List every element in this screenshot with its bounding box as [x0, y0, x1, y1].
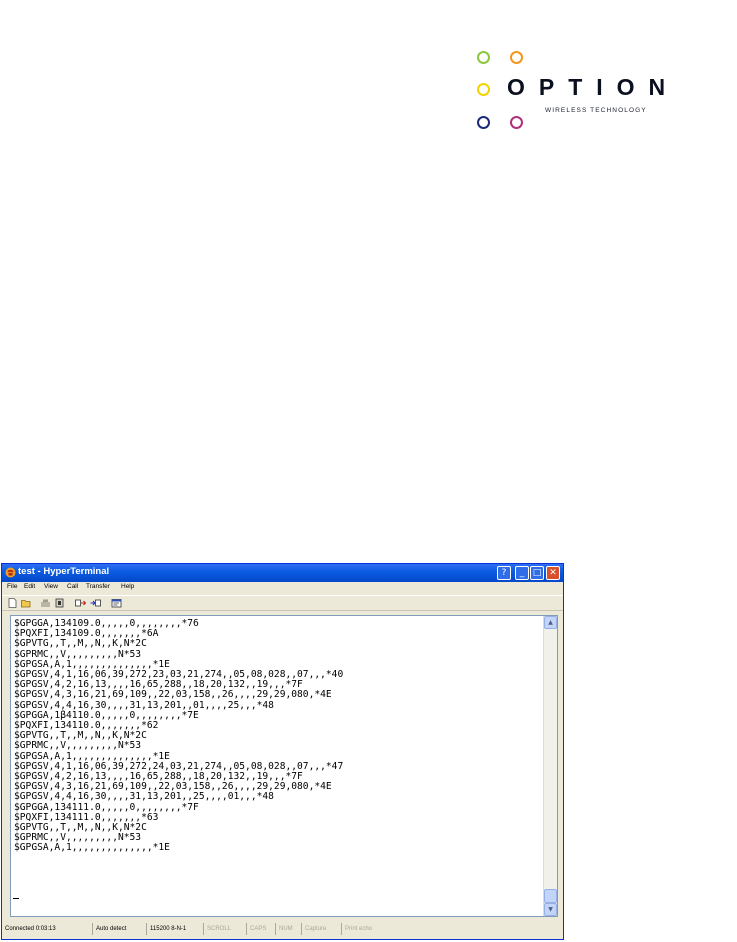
scroll-down-button[interactable]: ▼: [544, 903, 557, 916]
terminal-line: $GPGSA,A,1,,,,,,,,,,,,,,*1E: [14, 842, 170, 854]
ring-green: [477, 51, 490, 64]
status-detect: Auto detect: [92, 923, 146, 935]
ring-yellow: [477, 83, 490, 96]
phone-icon: [5, 567, 16, 578]
scroll-thumb[interactable]: [544, 889, 557, 903]
title-bar[interactable]: test - HyperTerminal ? _ □ ✕: [2, 564, 563, 582]
menu-view[interactable]: View: [44, 583, 58, 590]
status-capture: Capture: [301, 923, 341, 935]
menu-help[interactable]: Help: [121, 583, 134, 590]
chevron-down-icon: ▼: [548, 906, 553, 913]
status-connected: Connected 0:03:13: [5, 926, 56, 932]
send-icon[interactable]: [75, 598, 86, 608]
menu-call[interactable]: Call: [67, 583, 78, 590]
terminal-output: $GPGGA,134109.0,,,,,0,,,,,,,,*76 $PQXFI,1…: [14, 619, 540, 913]
text-cursor: [13, 898, 19, 899]
hyperterminal-window: test - HyperTerminal ? _ □ ✕ File Edit V…: [1, 563, 564, 940]
help-button[interactable]: ?: [497, 566, 511, 580]
brand-tagline: WIRELESS TECHNOLOGY: [545, 107, 647, 114]
close-button[interactable]: ✕: [546, 566, 560, 580]
scroll-up-button[interactable]: ▲: [544, 616, 557, 629]
status-caps: CAPS: [246, 923, 275, 935]
vertical-scrollbar[interactable]: ▲ ▼: [543, 616, 557, 916]
call-icon[interactable]: [40, 598, 51, 608]
help-icon: ?: [501, 568, 507, 578]
minimize-button[interactable]: _: [515, 566, 529, 580]
open-icon[interactable]: [21, 598, 32, 608]
menu-bar: File Edit View Call Transfer Help: [2, 582, 563, 594]
status-settings: 115200 8-N-1: [146, 923, 203, 935]
menu-edit[interactable]: Edit: [24, 583, 35, 590]
receive-icon[interactable]: [90, 598, 101, 608]
minimize-icon: _: [519, 568, 525, 578]
disconnect-icon[interactable]: [54, 598, 65, 608]
ring-navy: [477, 116, 490, 129]
status-bar: Connected 0:03:13 Auto detect 115200 8-N…: [2, 920, 563, 939]
status-print-echo: Print echo: [341, 923, 396, 935]
ring-magenta: [510, 116, 523, 129]
status-num: NUM: [275, 923, 301, 935]
close-icon: ✕: [549, 568, 557, 578]
properties-icon[interactable]: [111, 598, 122, 608]
maximize-icon: □: [532, 568, 542, 578]
ring-orange: [510, 51, 523, 64]
menu-file[interactable]: File: [7, 583, 17, 590]
toolbar: [2, 595, 563, 611]
terminal-area[interactable]: $GPGGA,134109.0,,,,,0,,,,,,,,*76 $PQXFI,1…: [10, 615, 558, 917]
status-scroll: SCROLL: [203, 923, 246, 935]
chevron-up-icon: ▲: [548, 619, 553, 626]
new-icon[interactable]: [7, 598, 18, 608]
maximize-button[interactable]: □: [530, 566, 544, 580]
menu-transfer[interactable]: Transfer: [86, 583, 110, 590]
option-logo: OPTION WIRELESS TECHNOLOGY: [472, 47, 702, 137]
brand-name: OPTION: [507, 74, 680, 100]
window-title: test - HyperTerminal: [18, 566, 110, 577]
